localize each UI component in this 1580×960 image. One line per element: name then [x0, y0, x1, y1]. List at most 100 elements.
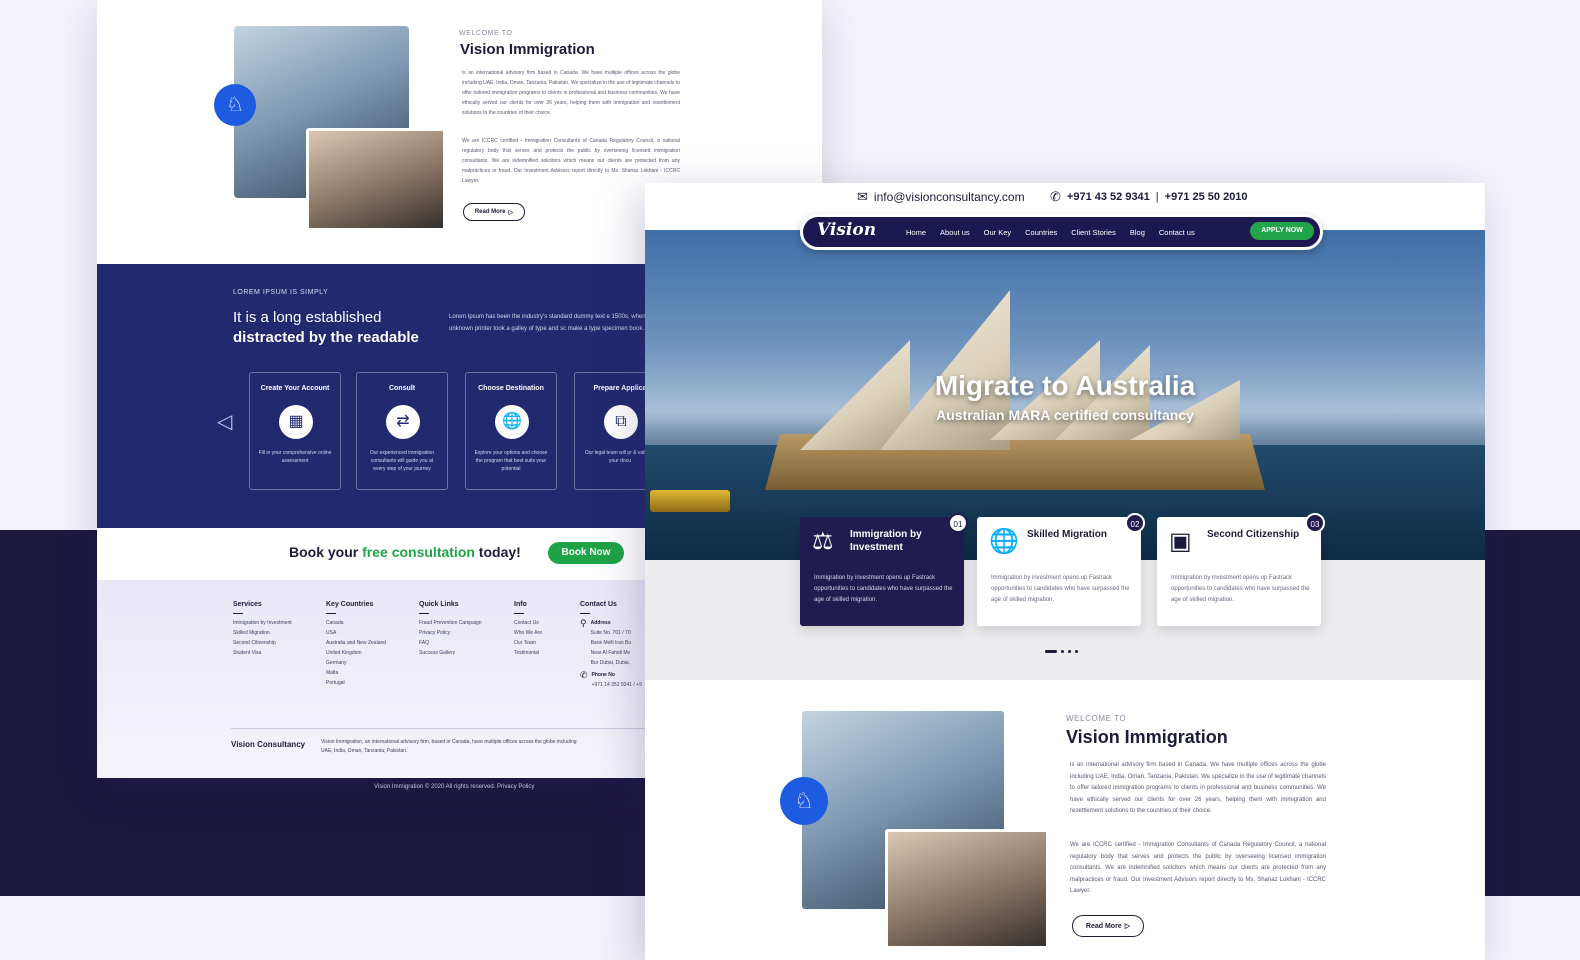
footer-link[interactable]: Australia and New Zealand: [326, 638, 386, 648]
read-more-button[interactable]: Read More ▷: [1072, 915, 1144, 937]
step-title: Create Your Account: [260, 385, 330, 392]
step-card[interactable]: Choose Destination 🌐 Explore your option…: [465, 372, 557, 490]
footer-col-key-countries: Key Countries Canada USA Australia and N…: [326, 601, 386, 688]
step-desc: Fill in your comprehensive online assess…: [258, 450, 332, 464]
footer-underline: [419, 613, 429, 614]
nav-item-blog[interactable]: Blog: [1123, 228, 1152, 237]
service-title: Second Citizenship: [1207, 529, 1300, 540]
phone-contact[interactable]: ✆ +971 43 52 9341 | +971 25 50 2010: [1050, 189, 1248, 205]
about-kicker: WELCOME TO: [1066, 714, 1127, 723]
footer-link[interactable]: USA: [326, 628, 386, 638]
footer-link[interactable]: Portugal: [326, 678, 386, 688]
footer-link[interactable]: Malta: [326, 668, 386, 678]
book-consultation-text: Book your free consultation today!: [289, 544, 521, 560]
carousel-prev-arrow-icon[interactable]: ◁: [217, 409, 232, 434]
nav-menu: Home About us Our Key Countries Client S…: [899, 217, 1202, 247]
hero-subheadline: Australian MARA certified consultancy: [936, 407, 1194, 423]
footer-col-heading: Contact Us: [580, 601, 617, 608]
service-desc: Immigration by investment opens up Fastr…: [1171, 575, 1310, 603]
mail-icon: ✉: [857, 189, 868, 204]
carousel-dot-active[interactable]: [1045, 650, 1057, 653]
step-title: Consult: [388, 385, 416, 392]
phone-separator: |: [1155, 191, 1159, 203]
footer-link[interactable]: Second Citizenship: [233, 638, 292, 648]
steps-kicker: LOREM IPSUM IS SIMPLY: [233, 289, 329, 296]
book-pre: Book your: [289, 544, 363, 560]
footer-link[interactable]: Contact Us: [514, 618, 542, 628]
address-line: Suite No. 701 / 70: [590, 630, 631, 636]
footer-col-contact: Contact Us ⚲ Address Suite No. 701 / 70 …: [580, 601, 642, 690]
service-desc: Immigration by investment opens up Fastr…: [814, 575, 953, 603]
service-number: 03: [1305, 513, 1325, 533]
footer-link[interactable]: Student Visa: [233, 648, 292, 658]
footer-underline: [233, 613, 243, 614]
step-desc: Explore your options and choose the prog…: [474, 450, 548, 472]
service-desc: Immigration by investment opens up Fastr…: [991, 575, 1130, 603]
phone-2: +971 25 50 2010: [1164, 191, 1248, 203]
id-card-icon: ▦: [279, 405, 313, 439]
address-label: Address: [590, 620, 611, 626]
about-photo-woman-smiling: [306, 128, 446, 231]
about-kicker: WELCOME TO: [459, 30, 513, 37]
footer-link[interactable]: United Kingdom: [326, 648, 386, 658]
footer-col-quick-links: Quick Links Fraud Prevention Campaign Pr…: [419, 601, 482, 658]
footer-col-heading: Quick Links: [419, 601, 459, 608]
documents-icon: ⧉: [604, 405, 638, 439]
footer-link[interactable]: Immigration by Investment: [233, 618, 292, 628]
read-more-label: Read More: [474, 209, 506, 215]
footer-link[interactable]: Testimonial: [514, 648, 542, 658]
vision-logo[interactable]: Vision: [817, 220, 876, 240]
service-card[interactable]: 01 ⚖ Immigration by Investment Immigrati…: [800, 513, 968, 626]
footer-link[interactable]: Our Team: [514, 638, 542, 648]
carousel-dot[interactable]: [1075, 650, 1078, 653]
step-title: Choose Destination: [478, 385, 544, 392]
nav-item-about[interactable]: About us: [933, 228, 977, 237]
service-card[interactable]: 03 ▣ Second Citizenship Immigration by i…: [1157, 513, 1325, 626]
address-text: Address Suite No. 701 / 70 Bank Melli Ir…: [591, 618, 632, 668]
footer-link[interactable]: Who We Are: [514, 628, 542, 638]
consult-icon: ⇄: [386, 405, 420, 439]
carousel-dot[interactable]: [1068, 650, 1071, 653]
address-line: Bank Melli Iran Bu: [590, 640, 632, 646]
steps-heading-light: It is a long established: [233, 309, 382, 326]
step-desc: Our experienced immigration consultants …: [369, 450, 435, 472]
book-highlight: free consultation: [362, 544, 475, 560]
main-navbar: Vision Home About us Our Key Countries C…: [800, 214, 1323, 250]
footer-col-services: Services Immigration by Investment Skill…: [233, 601, 292, 658]
step-card[interactable]: Consult ⇄ Our experienced immigration co…: [356, 372, 448, 490]
footer-link[interactable]: Privacy Policy: [419, 628, 482, 638]
globe-hand-icon: 🌐: [989, 528, 1019, 555]
nav-item-home[interactable]: Home: [899, 228, 933, 237]
nav-item-client-stories[interactable]: Client Stories: [1064, 228, 1123, 237]
nav-item-our-key[interactable]: Our Key: [977, 228, 1019, 237]
footer-brand: Vision Consultancy: [231, 740, 306, 749]
nav-item-contact[interactable]: Contact us: [1152, 228, 1202, 237]
step-card[interactable]: Create Your Account ▦ Fill in your compr…: [249, 372, 341, 490]
nav-item-countries[interactable]: Countries: [1018, 228, 1064, 237]
footer-underline: [580, 613, 590, 614]
phone-icon: ✆: [580, 670, 588, 680]
apply-now-button[interactable]: APPLY NOW: [1250, 222, 1314, 240]
footer-link[interactable]: FAQ: [419, 638, 482, 648]
about-photo-woman-smiling: [885, 829, 1049, 949]
footer-underline: [326, 613, 336, 614]
footer-underline: [514, 613, 524, 614]
footer-link[interactable]: Success Gallery: [419, 648, 482, 658]
footer-col-heading: Services: [233, 601, 262, 608]
footer-brand-desc: Vision Immigration, an international adv…: [321, 739, 577, 754]
address-line: Bur Dubai, Dubai,: [590, 660, 631, 666]
footer-link[interactable]: Canada: [326, 618, 386, 628]
read-more-button[interactable]: Read More ▷: [463, 203, 525, 221]
phone-text: Phone No +971 14 352 9341 / +9: [592, 670, 642, 690]
book-now-button[interactable]: Book Now: [548, 542, 624, 564]
footer-link[interactable]: Germany: [326, 658, 386, 668]
email-contact[interactable]: ✉ info@visionconsultancy.com: [857, 189, 1025, 205]
passport-icon: ▣: [1169, 528, 1192, 555]
footer-link[interactable]: Skilled Migration: [233, 628, 292, 638]
hero-headline: Migrate to Australia: [934, 370, 1196, 401]
carousel-dot[interactable]: [1061, 650, 1064, 653]
email-text: info@visionconsultancy.com: [873, 190, 1025, 204]
service-card[interactable]: 02 🌐 Skilled Migration Immigration by in…: [977, 513, 1145, 626]
about-paragraph-1: is an international advisory firm based …: [1070, 762, 1326, 814]
footer-link[interactable]: Fraud Prevention Campaign: [419, 618, 482, 628]
